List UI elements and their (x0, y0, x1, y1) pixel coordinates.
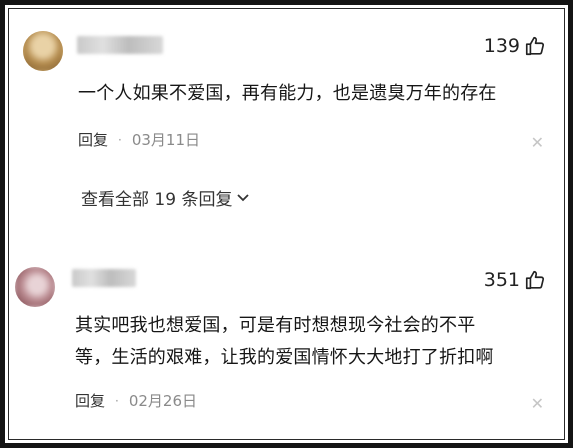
comment-text-line-2: 等，生活的艰难，让我的爱国情怀大大地打了折扣啊 (75, 347, 494, 368)
username[interactable] (77, 36, 163, 54)
close-icon[interactable]: ✕ (531, 394, 544, 413)
like-count: 351 (483, 269, 520, 291)
view-all-replies-button[interactable]: 查看全部 19 条回复 (81, 185, 250, 210)
view-replies-label: 查看全部 19 条回复 (81, 190, 233, 210)
meta-separator: · (118, 132, 122, 147)
like-control[interactable]: 351 (484, 269, 546, 291)
like-count: 139 (483, 35, 520, 57)
thumbs-up-icon[interactable] (524, 269, 546, 291)
reply-button[interactable]: 回复 (78, 129, 108, 150)
comment-meta: 回复 · 03月11日 (78, 129, 200, 150)
username[interactable] (72, 269, 136, 287)
chevron-down-icon (236, 188, 250, 208)
reply-button[interactable]: 回复 (75, 390, 105, 411)
comment-text-line-1: 其实吧我也想爱国，可是有时想想现今社会的不平 (75, 315, 476, 336)
comment-date: 03月11日 (131, 131, 201, 149)
comment-meta: 回复 · 02月26日 (75, 390, 197, 411)
like-control[interactable]: 139 (484, 35, 546, 57)
avatar[interactable] (15, 267, 55, 307)
comment-text: 一个人如果不爱国，再有能力，也是遗臭万年的存在 (78, 83, 497, 104)
thumbs-up-icon[interactable] (524, 35, 546, 57)
close-icon[interactable]: ✕ (531, 133, 544, 152)
comment-panel: 139 一个人如果不爱国，再有能力，也是遗臭万年的存在 回复 · 03月11日 … (0, 0, 573, 448)
comment-date: 02月26日 (128, 392, 198, 410)
meta-separator: · (115, 393, 119, 408)
avatar[interactable] (23, 31, 63, 71)
